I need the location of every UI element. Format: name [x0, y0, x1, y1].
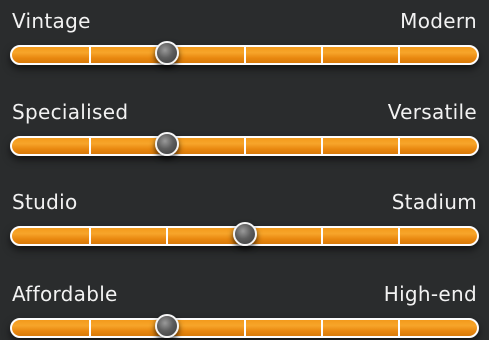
slider-track[interactable]: [10, 132, 479, 156]
slider-left-label: Vintage: [12, 9, 91, 33]
slider-right-label: Modern: [400, 9, 477, 33]
slider-right-label: High-end: [383, 282, 477, 306]
slider-tick: [321, 319, 323, 337]
slider-left-label: Affordable: [12, 282, 118, 306]
slider-left-label: Studio: [12, 190, 78, 214]
slider-tick: [88, 319, 91, 337]
slider-tick: [321, 46, 323, 64]
slider-labels: Studio Stadium: [12, 189, 477, 215]
slider-labels: Affordable High-end: [12, 281, 477, 307]
slider-tick: [398, 137, 401, 155]
slider-labels: Specialised Versatile: [12, 99, 477, 125]
slider-tick: [165, 227, 168, 245]
slider-tick: [243, 46, 246, 64]
slider-knob[interactable]: [154, 41, 179, 65]
slider-labels: Vintage Modern: [12, 8, 477, 34]
slider-track[interactable]: [10, 41, 479, 65]
slider-tick: [243, 319, 246, 337]
slider-knob[interactable]: [154, 132, 179, 156]
slider-tick: [398, 319, 401, 337]
slider-right-label: Versatile: [387, 100, 477, 124]
slider-knob[interactable]: [232, 222, 257, 246]
slider-tick: [243, 137, 246, 155]
slider-tick: [88, 137, 91, 155]
slider-tick: [398, 227, 401, 245]
slider-tick: [88, 46, 91, 64]
slider-right-label: Stadium: [391, 190, 477, 214]
slider-track[interactable]: [10, 314, 479, 338]
slider-tick: [321, 137, 323, 155]
slider-knob[interactable]: [154, 314, 179, 338]
slider-tick: [321, 227, 323, 245]
slider-tick: [88, 227, 91, 245]
slider-track[interactable]: [10, 222, 479, 246]
slider-tick: [398, 46, 401, 64]
slider-left-label: Specialised: [12, 100, 129, 124]
